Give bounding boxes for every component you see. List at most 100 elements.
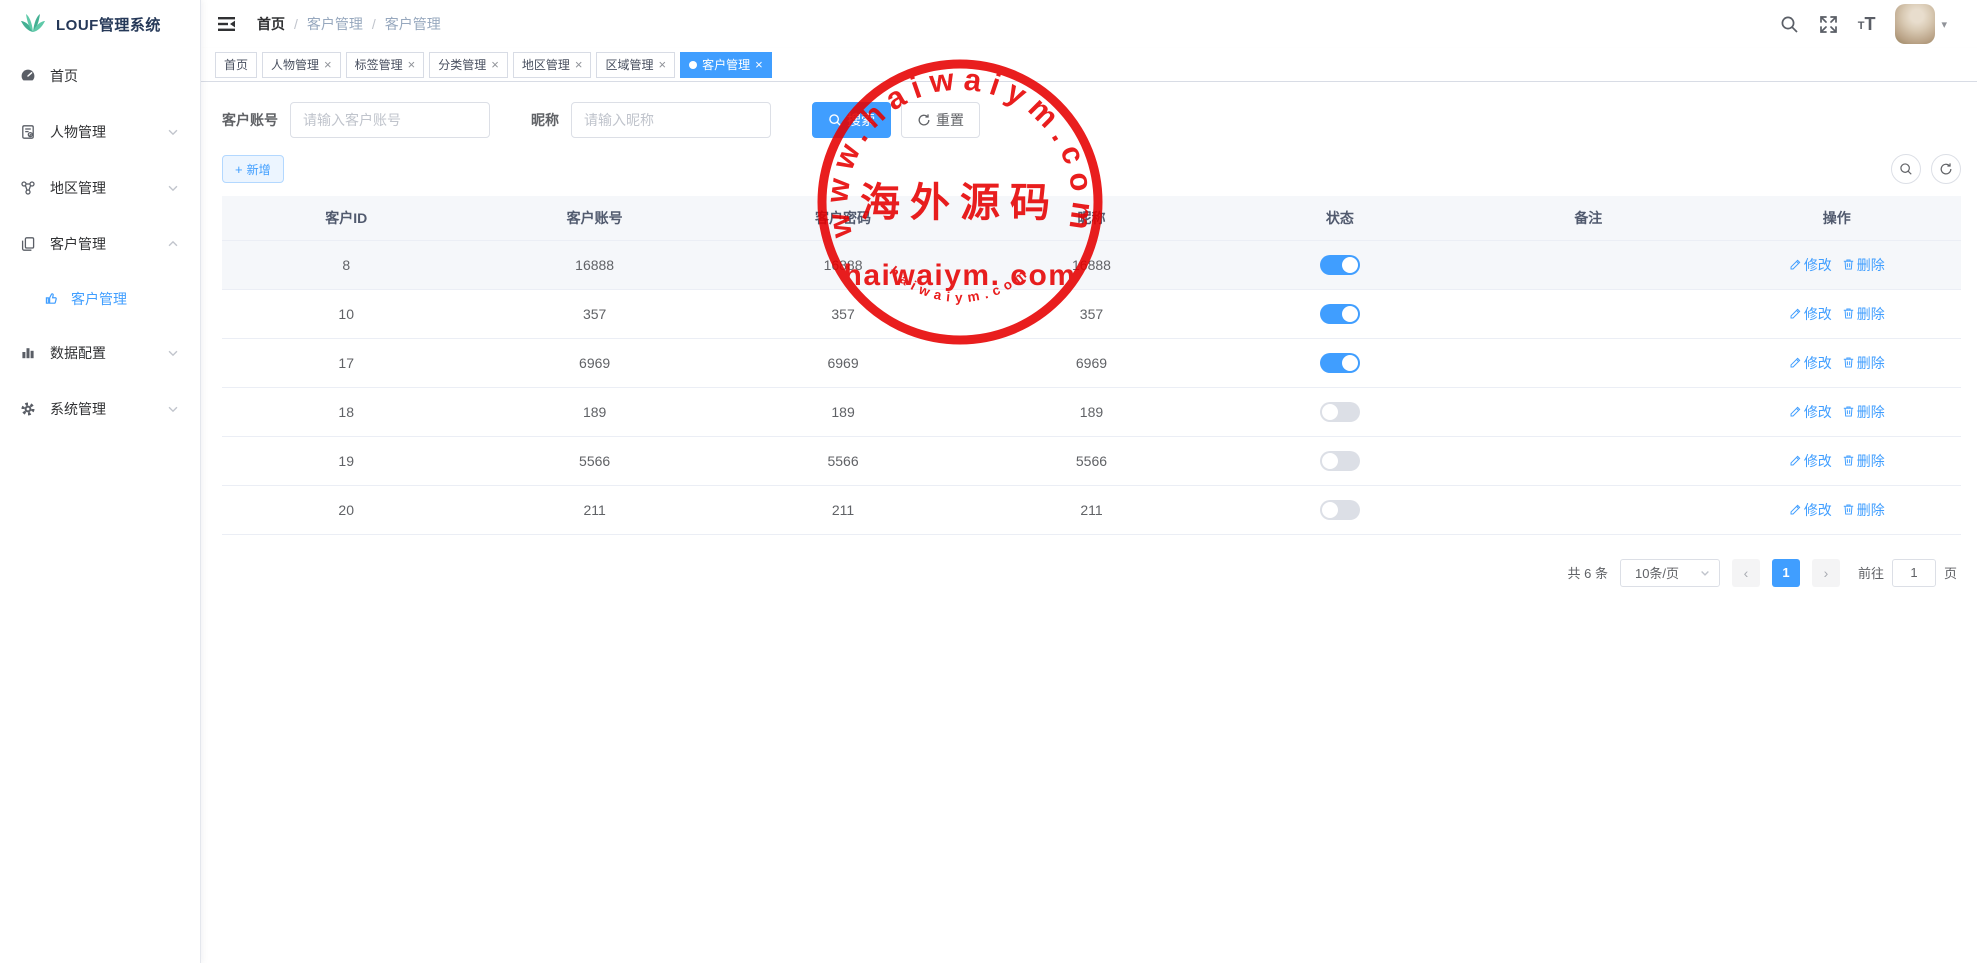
goto-page-input[interactable] xyxy=(1892,559,1936,587)
delete-icon xyxy=(1842,454,1855,467)
column-header: 客户账号 xyxy=(470,196,718,240)
edit-icon xyxy=(1789,503,1802,516)
status-toggle[interactable] xyxy=(1320,500,1360,520)
delete-link[interactable]: 删除 xyxy=(1842,402,1885,422)
cell-actions: 修改 删除 xyxy=(1713,240,1961,289)
next-page-button[interactable]: › xyxy=(1812,559,1840,587)
breadcrumb-separator: / xyxy=(294,16,298,32)
sidebar-item-地区管理[interactable]: 地区管理 xyxy=(0,160,200,216)
close-icon[interactable]: × xyxy=(408,58,416,71)
search-icon[interactable] xyxy=(1780,15,1799,34)
breadcrumb-item[interactable]: 客户管理 xyxy=(307,14,363,34)
status-toggle[interactable] xyxy=(1320,451,1360,471)
font-size-icon[interactable]: TT xyxy=(1858,15,1876,33)
chevron-up-icon xyxy=(166,237,180,251)
goto-page: 前往 页 xyxy=(1858,559,1957,587)
delete-link[interactable]: 删除 xyxy=(1842,500,1885,520)
app-title: LOUF管理系统 xyxy=(56,14,161,35)
breadcrumb-item: 客户管理 xyxy=(385,14,441,34)
tag-首页[interactable]: 首页 xyxy=(215,52,257,78)
cell-status xyxy=(1216,240,1464,289)
sidebar-item-系统管理[interactable]: 系统管理 xyxy=(0,381,200,437)
cell-customer-id: 8 xyxy=(222,240,470,289)
delete-link[interactable]: 删除 xyxy=(1842,353,1885,373)
close-icon[interactable]: × xyxy=(491,58,499,71)
person-doc-icon xyxy=(20,124,36,140)
sidebar: LOUF管理系统 首页 人物管理 地区管理 客户管理 客户管理 数据配置 系统管… xyxy=(0,0,201,963)
user-menu[interactable]: ▾ xyxy=(1895,4,1947,44)
chevron-down-icon xyxy=(166,346,180,360)
cell-password: 6969 xyxy=(719,338,967,387)
cell-customer-id: 18 xyxy=(222,387,470,436)
column-header: 状态 xyxy=(1216,196,1464,240)
status-toggle[interactable] xyxy=(1320,255,1360,275)
sidebar-item-首页[interactable]: 首页 xyxy=(0,48,200,104)
edit-link[interactable]: 修改 xyxy=(1789,304,1832,324)
tag-客户管理[interactable]: 客户管理 × xyxy=(680,52,772,78)
add-button[interactable]: + 新增 xyxy=(222,155,284,183)
fullscreen-icon[interactable] xyxy=(1819,15,1838,34)
delete-link[interactable]: 删除 xyxy=(1842,255,1885,275)
cell-password: 5566 xyxy=(719,436,967,485)
account-label: 客户账号 xyxy=(222,110,278,130)
cell-actions: 修改 删除 xyxy=(1713,485,1961,534)
avatar[interactable] xyxy=(1895,4,1935,44)
edit-link[interactable]: 修改 xyxy=(1789,451,1832,471)
bar-chart-icon xyxy=(20,345,36,361)
status-toggle[interactable] xyxy=(1320,353,1360,373)
delete-link[interactable]: 删除 xyxy=(1842,304,1885,324)
edit-link[interactable]: 修改 xyxy=(1789,402,1832,422)
caret-down-icon: ▾ xyxy=(1941,18,1947,31)
edit-link[interactable]: 修改 xyxy=(1789,500,1832,520)
table-row: 10 357 357 357 修改 删除 xyxy=(222,289,1961,338)
edit-link[interactable]: 修改 xyxy=(1789,255,1832,275)
tag-标签管理[interactable]: 标签管理 × xyxy=(346,52,425,78)
cell-remark xyxy=(1464,436,1712,485)
tag-人物管理[interactable]: 人物管理 × xyxy=(262,52,341,78)
tag-区域管理[interactable]: 区域管理 × xyxy=(596,52,675,78)
column-header: 备注 xyxy=(1464,196,1712,240)
delete-link[interactable]: 删除 xyxy=(1842,451,1885,471)
cell-account: 211 xyxy=(470,485,718,534)
status-toggle[interactable] xyxy=(1320,304,1360,324)
close-icon[interactable]: × xyxy=(755,58,763,71)
nickname-input[interactable] xyxy=(571,102,771,138)
breadcrumb-item[interactable]: 首页 xyxy=(257,14,285,34)
navbar-actions: TT ▾ xyxy=(1780,4,1961,44)
sidebar-item-客户管理[interactable]: 客户管理 xyxy=(0,216,200,272)
sidebar-item-人物管理[interactable]: 人物管理 xyxy=(0,104,200,160)
close-icon[interactable]: × xyxy=(324,58,332,71)
hamburger-icon[interactable] xyxy=(217,14,239,34)
main-column: 首页/客户管理/客户管理 TT xyxy=(201,0,1977,963)
toolbar-row: + 新增 xyxy=(222,154,1961,184)
tag-地区管理[interactable]: 地区管理 × xyxy=(513,52,592,78)
sidebar-subitem-客户管理[interactable]: 客户管理 xyxy=(0,272,200,325)
cell-account: 6969 xyxy=(470,338,718,387)
account-input[interactable] xyxy=(290,102,490,138)
column-header: 客户ID xyxy=(222,196,470,240)
chevron-down-icon xyxy=(166,181,180,195)
prev-page-button[interactable]: ‹ xyxy=(1732,559,1760,587)
reset-button[interactable]: 重置 xyxy=(901,102,980,138)
breadcrumb: 首页/客户管理/客户管理 xyxy=(257,14,441,34)
cell-actions: 修改 删除 xyxy=(1713,387,1961,436)
column-header: 昵称 xyxy=(967,196,1215,240)
refresh-table-icon[interactable] xyxy=(1931,154,1961,184)
cell-customer-id: 19 xyxy=(222,436,470,485)
sidebar-item-数据配置[interactable]: 数据配置 xyxy=(0,325,200,381)
status-toggle[interactable] xyxy=(1320,402,1360,422)
cell-nickname: 6969 xyxy=(967,338,1215,387)
cell-nickname: 16888 xyxy=(967,240,1215,289)
region-icon xyxy=(20,180,36,196)
page-size-select[interactable]: 10条/页 xyxy=(1620,559,1720,587)
toggle-search-icon[interactable] xyxy=(1891,154,1921,184)
filter-nickname: 昵称 xyxy=(531,102,771,138)
search-button[interactable]: 搜索 xyxy=(812,102,891,138)
edit-icon xyxy=(1789,307,1802,320)
close-icon[interactable]: × xyxy=(575,58,583,71)
page-1-button[interactable]: 1 xyxy=(1772,559,1800,587)
plus-icon: + xyxy=(235,162,243,177)
edit-link[interactable]: 修改 xyxy=(1789,353,1832,373)
tag-分类管理[interactable]: 分类管理 × xyxy=(429,52,508,78)
close-icon[interactable]: × xyxy=(658,58,666,71)
